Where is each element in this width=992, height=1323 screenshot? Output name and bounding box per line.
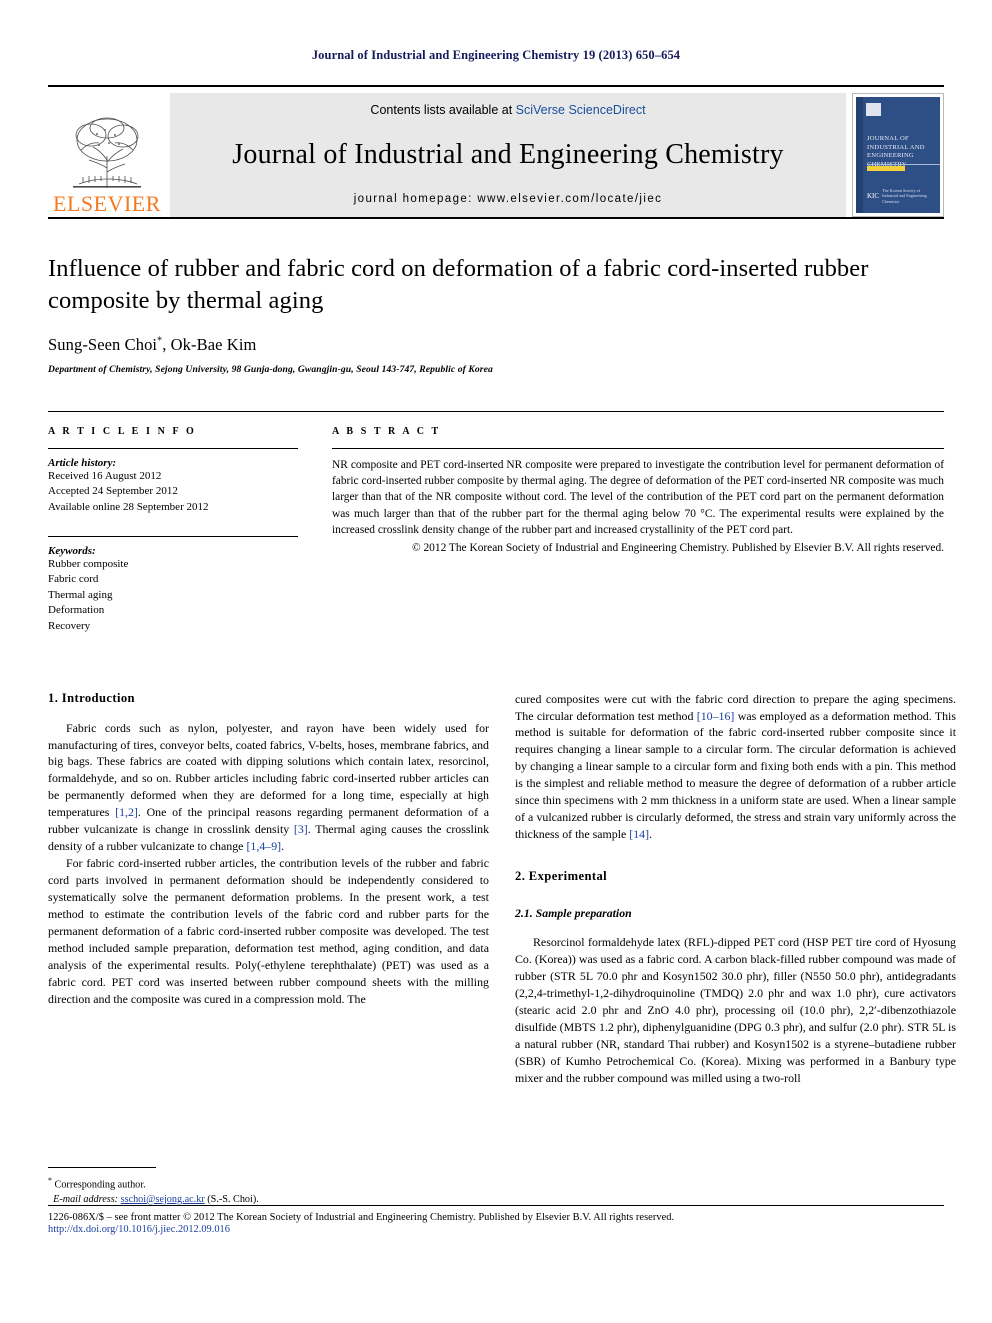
footnote-block: * Corresponding author. E-mail address: … [48, 1166, 489, 1208]
elsevier-tree-icon [73, 117, 141, 188]
available-online-date: Available online 28 September 2012 [48, 500, 209, 513]
right-p1-part-b: was employed as a deformation method. Th… [515, 708, 956, 842]
society-name: The Korean Society of Industrial and Eng… [882, 187, 927, 204]
email-suffix: (S.-S. Choi). [204, 1193, 259, 1205]
citation-link[interactable]: [10–16] [697, 709, 735, 723]
abstract-rule [332, 447, 944, 449]
keyword-item: Thermal aging [48, 588, 113, 601]
abstract-text: NR composite and PET cord-inserted NR co… [332, 458, 944, 536]
journal-title: Journal of Industrial and Engineering Ch… [232, 139, 784, 170]
abstract-label: A B S T R A C T [332, 425, 441, 437]
cover-art: Journal of Industrial and Engineering Ch… [856, 97, 940, 213]
citation-link[interactable]: [14] [629, 827, 649, 841]
doi-link[interactable]: http://dx.doi.org/10.1016/j.jiec.2012.09… [48, 1224, 944, 1235]
cover-rule [867, 164, 940, 165]
body-columns: 1. Introduction Fabric cords such as nyl… [48, 690, 956, 1205]
keywords-rule [48, 535, 298, 537]
citation-link[interactable]: [3] [294, 822, 308, 836]
elsevier-logo: ELSEVIER [48, 93, 166, 217]
keyword-item: Fabric cord [48, 573, 99, 586]
keyword-item: Recovery [48, 619, 91, 632]
corresponding-author-note: * Corresponding author. [48, 1175, 489, 1193]
heading-experimental: 2. Experimental [515, 869, 608, 884]
article-info-label: A R T I C L E I N F O [48, 425, 197, 437]
author-list: Sung-Seen Choi*, Ok-Bae Kim [48, 335, 944, 355]
contents-available-line: Contents lists available at SciVerse Sci… [370, 103, 645, 117]
masthead-bottom-rule [48, 217, 944, 219]
keywords-label: Keywords: [48, 544, 96, 557]
info-abstract-row: A R T I C L E I N F O Article history: R… [48, 410, 944, 635]
abstract-copyright: © 2012 The Korean Society of Industrial … [411, 542, 944, 555]
page-footer: 1226-086X/$ – see front matter © 2012 Th… [48, 1205, 944, 1235]
email-link[interactable]: sschoi@sejong.ac.kr [121, 1194, 205, 1205]
journal-cover-thumbnail: Journal of Industrial and Engineering Ch… [852, 93, 944, 217]
article-info-column: A R T I C L E I N F O Article history: R… [48, 426, 298, 635]
right-p1-part-c: . [649, 827, 653, 842]
intro-paragraph-1: Fabric cords such as nylon, polyester, a… [48, 720, 489, 856]
title-block: Influence of rubber and fabric cord on d… [48, 253, 944, 375]
email-label: E-mail address: [53, 1193, 119, 1205]
running-head: Journal of Industrial and Engineering Ch… [311, 48, 681, 62]
article-page: Journal of Industrial and Engineering Ch… [0, 0, 992, 1323]
society-logo-icon: KIC [867, 191, 880, 200]
keyword-item: Deformation [48, 604, 105, 617]
sciencedirect-link[interactable]: SciVerse ScienceDirect [516, 103, 646, 117]
abstract-column: A B S T R A C T NR composite and PET cor… [332, 426, 944, 635]
body-column-left: 1. Introduction Fabric cords such as nyl… [48, 690, 489, 1205]
citation-link[interactable]: [1,4–9] [246, 839, 281, 853]
author-rest: , Ok-Bae Kim [162, 334, 257, 354]
right-paragraph-1: cured composites were cut with the fabri… [515, 691, 956, 844]
received-date: Received 16 August 2012 [48, 469, 162, 482]
body-column-right: cured composites were cut with the fabri… [515, 691, 956, 1087]
issn-copyright-line: 1226-086X/$ – see front matter © 2012 Th… [48, 1212, 675, 1223]
citation-link[interactable]: [1,2] [115, 805, 138, 819]
article-history-label: Article history: [48, 456, 117, 469]
keyword-item: Rubber composite [48, 557, 129, 570]
corresponding-author-text: Corresponding author. [52, 1178, 146, 1190]
experimental-paragraph-1: Resorcinol formaldehyde latex (RFL)-dipp… [515, 935, 956, 1085]
heading-introduction: 1. Introduction [48, 690, 135, 705]
cover-accent-bar [867, 166, 905, 171]
cover-spine [856, 97, 863, 213]
journal-homepage[interactable]: journal homepage: www.elsevier.com/locat… [354, 193, 663, 205]
intro-paragraph-2: For fabric cord-inserted rubber articles… [48, 856, 489, 1006]
elsevier-mark-icon [866, 103, 881, 116]
accepted-date: Accepted 24 September 2012 [48, 485, 178, 498]
masthead-center: Contents lists available at SciVerse Sci… [170, 93, 846, 217]
author-first: Sung-Seen Choi [48, 334, 158, 354]
heading-sample-preparation: 2.1. Sample preparation [515, 906, 632, 921]
journal-masthead: ELSEVIER Contents lists available at Sci… [48, 85, 944, 217]
page-title: Influence of rubber and fabric cord on d… [48, 255, 869, 314]
keywords-block: Keywords: Rubber composite Fabric cord T… [48, 535, 298, 635]
article-info-rule [48, 447, 298, 449]
contents-prefix: Contents lists available at [370, 103, 516, 117]
affiliation: Department of Chemistry, Sejong Universi… [48, 363, 493, 375]
footnote-rule [48, 1166, 156, 1168]
elsevier-wordmark: ELSEVIER [53, 191, 161, 216]
cover-society-block: KIC The Korean Society of Industrial and… [867, 188, 934, 204]
intro-p1-part-d: . [281, 839, 285, 854]
